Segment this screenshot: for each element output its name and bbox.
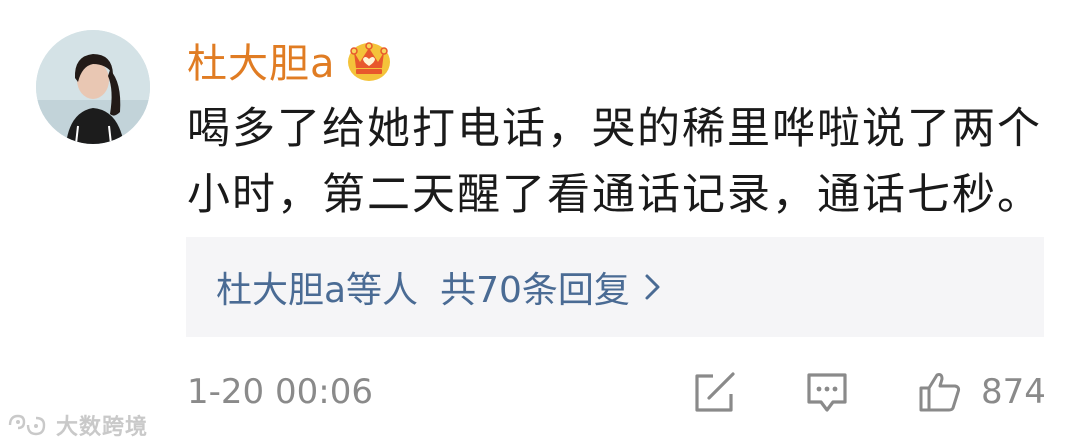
comment-text: 喝多了给她打电话，哭的稀里哗啦说了两个小时，第二天醒了看通话记录，通话七秒。 (187, 104, 1042, 220)
reply-count-link[interactable]: 共70条回复 (440, 261, 630, 313)
watermark-text: 大数跨境 (56, 415, 149, 440)
like-button[interactable]: 874 (917, 370, 1046, 414)
thumbs-up-icon (919, 373, 961, 412)
chevron-right-icon (645, 274, 660, 300)
reply-summary[interactable]: 杜大胆a等人 共70条回复 (186, 237, 1044, 337)
share-button[interactable] (691, 370, 739, 418)
comment-button[interactable] (805, 370, 849, 420)
watermark: 大数跨境 (6, 410, 148, 440)
share-icon (695, 372, 735, 412)
comment-timestamp: 1-20 00:06 (187, 372, 373, 412)
comment-username[interactable]: 杜大胆a (187, 30, 392, 90)
vip-crown-icon (347, 42, 390, 81)
comment-footer: 1-20 00:06 874 (187, 362, 1047, 422)
username-label: 杜大胆a (187, 41, 336, 87)
avatar-image (36, 30, 150, 144)
like-count: 874 (981, 372, 1046, 412)
user-avatar[interactable] (36, 30, 150, 144)
comment-bubble-icon (807, 373, 847, 412)
reply-users-link[interactable]: 杜大胆a等人 (216, 261, 418, 313)
watermark-logo-icon (8, 414, 46, 436)
